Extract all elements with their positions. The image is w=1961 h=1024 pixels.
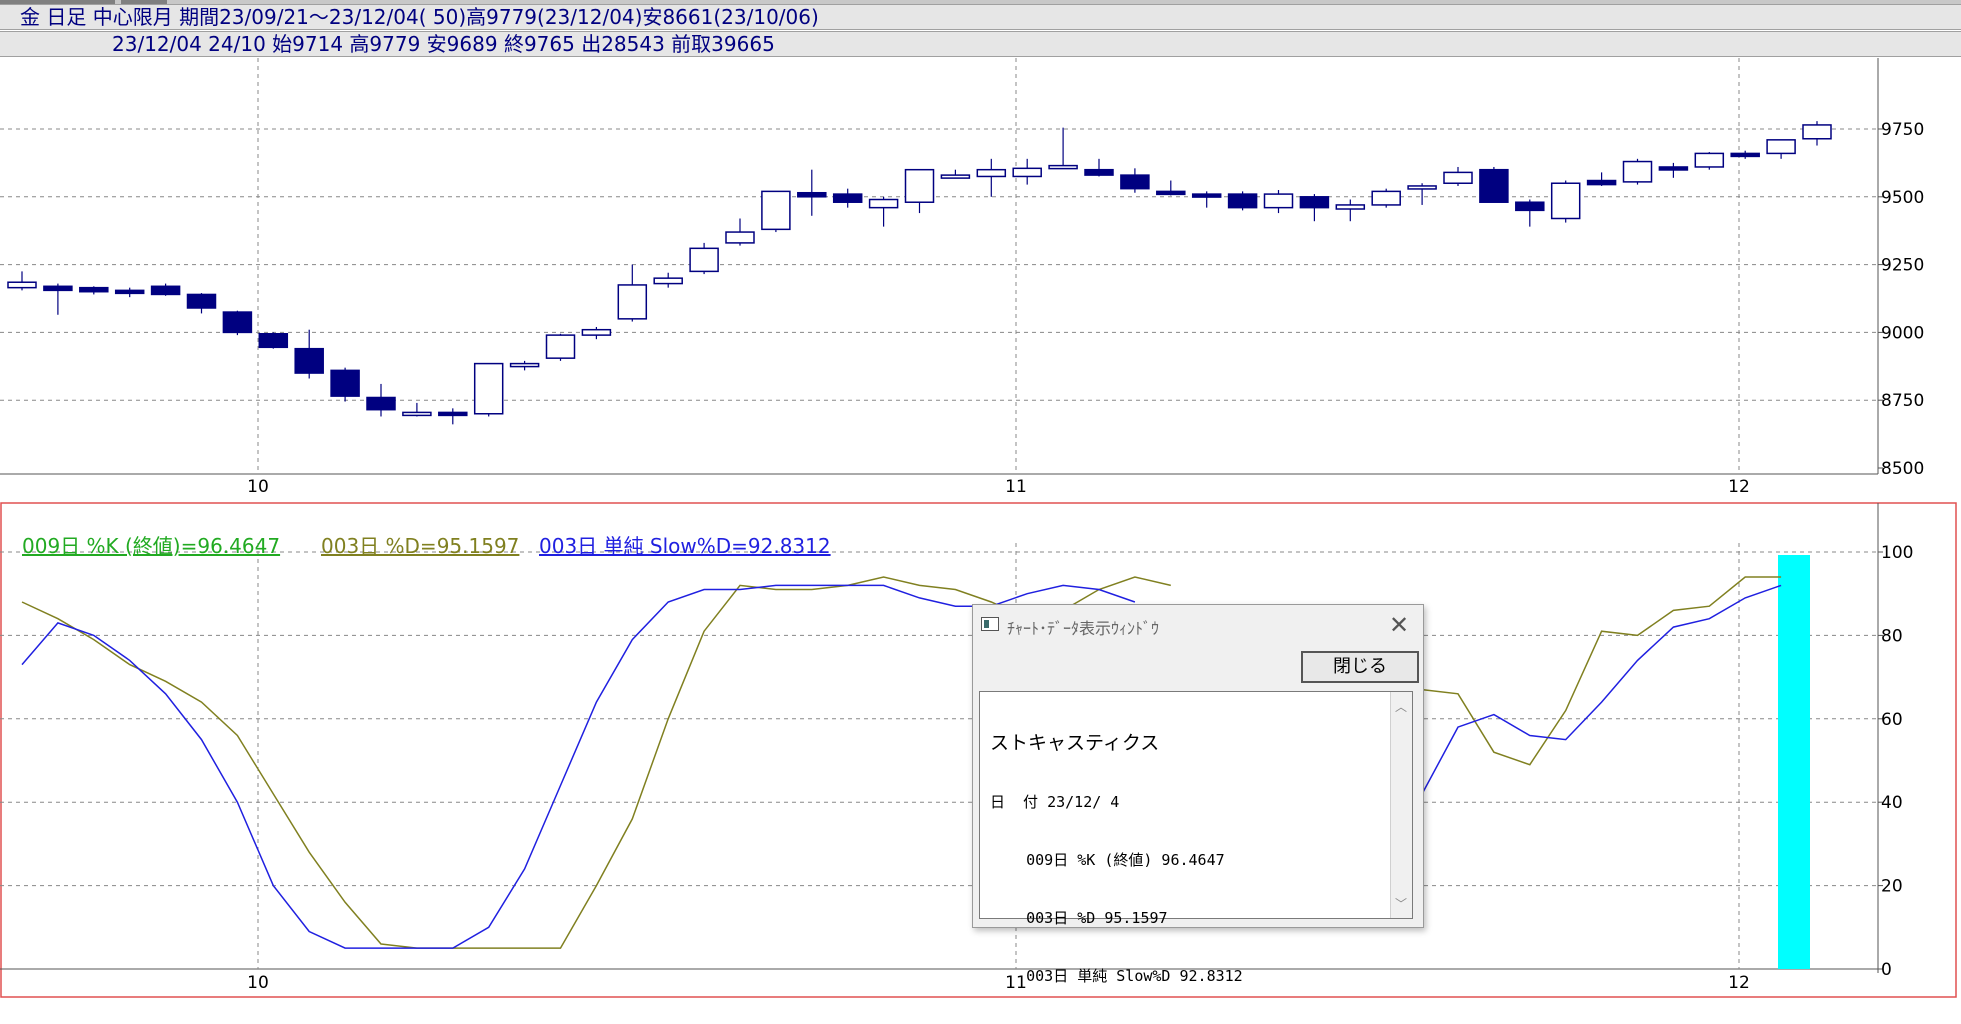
candle-down [832, 193, 863, 203]
candle-down [1515, 201, 1545, 212]
candle-up [509, 362, 540, 368]
candle-up [473, 362, 504, 415]
price-panel: 9750 9500 9250 9000 8750 8500 10 11 12 [0, 58, 1924, 497]
candle-up [761, 190, 791, 231]
price-tick-label: 9500 [1881, 188, 1924, 208]
candle-up [653, 277, 683, 285]
close-button[interactable]: 閉じる [1301, 651, 1419, 683]
candle-up [7, 281, 37, 289]
scroll-down-icon[interactable]: ﹀ [1395, 895, 1407, 912]
month-label: 11 [1005, 477, 1027, 497]
price-tick-label: 8750 [1881, 391, 1924, 411]
candle-up [689, 247, 719, 273]
dialog-line-k: 009日 %K (終値) 96.4647 [990, 851, 1225, 869]
candle-up [1371, 190, 1401, 206]
candle-up [1263, 193, 1294, 209]
candle-up [1766, 139, 1796, 155]
candle-down [438, 411, 468, 417]
candle-down [222, 311, 253, 334]
dialog-line-title: ストキャスティクス [990, 732, 1160, 754]
legend-d: 003日 %D=95.1597 [321, 534, 519, 558]
chart-data-dialog[interactable]: ﾁｬｰﾄ･ﾃﾞｰﾀ表示ｳｨﾝﾄﾞｳ ✕ 閉じる ストキャスティクス 日 付 23… [972, 604, 1424, 985]
dialog-line-date: 日 付 23/12/ 4 [990, 793, 1120, 811]
vertical-scrollbar[interactable]: ︿ ﹀ [1390, 692, 1412, 918]
slow-d-line-left [21, 584, 1136, 949]
candle-down [1156, 190, 1186, 196]
candle-down [1479, 168, 1509, 203]
d-line-right [1422, 576, 1782, 766]
candle-up [402, 411, 432, 417]
price-tick-label: 8500 [1881, 459, 1924, 479]
candle-down [1658, 166, 1689, 171]
osc-tick-label: 80 [1881, 626, 1903, 646]
month-label: 10 [247, 477, 269, 497]
candle-up [1550, 182, 1581, 220]
price-tick-label: 9000 [1881, 323, 1924, 343]
slow-d-line-right [1421, 584, 1782, 795]
current-bar-highlight [1778, 555, 1810, 969]
month-label: 10 [247, 973, 269, 993]
candle-up [581, 328, 612, 336]
candle-down [43, 285, 73, 292]
candle-up [1802, 124, 1832, 140]
candle-down [1084, 168, 1114, 176]
candle-up [1622, 160, 1653, 183]
candle-down [150, 285, 181, 296]
candle-down [258, 333, 289, 349]
candle-up [1694, 152, 1725, 168]
month-label: 12 [1728, 973, 1750, 993]
month-label: 12 [1728, 477, 1750, 497]
osc-tick-label: 40 [1881, 793, 1903, 813]
legend-k: 009日 %K (終値)=96.4647 [22, 534, 280, 558]
dialog-title: ﾁｬｰﾄ･ﾃﾞｰﾀ表示ｳｨﾝﾄﾞｳ [1007, 619, 1160, 638]
candle-up [617, 284, 648, 320]
candle-up [725, 231, 755, 244]
candle-down [1730, 152, 1760, 158]
candle-down [1191, 193, 1222, 198]
osc-tick-label: 20 [1881, 877, 1903, 897]
candle-up [1443, 171, 1473, 184]
candle-up [1048, 164, 1078, 170]
candle-down [1586, 179, 1617, 186]
candle-up [1407, 185, 1437, 190]
legend-slow-d: 003日 単純 Slow%D=92.8312 [539, 534, 831, 558]
osc-tick-label: 60 [1881, 710, 1903, 730]
price-tick-label: 9250 [1881, 256, 1924, 276]
dialog-titlebar[interactable]: ﾁｬｰﾄ･ﾃﾞｰﾀ表示ｳｨﾝﾄﾞｳ ✕ [973, 605, 1423, 645]
candle-down [186, 293, 217, 309]
candle-up [904, 168, 935, 203]
candle-down [1120, 174, 1150, 190]
dialog-text-area[interactable]: ストキャスティクス 日 付 23/12/ 4 009日 %K (終値) 96.4… [979, 691, 1413, 985]
candle-down [797, 191, 827, 198]
window-icon [981, 617, 999, 631]
candle-up [545, 334, 576, 359]
candle-down [79, 286, 109, 293]
candle-up [868, 198, 899, 209]
candle-up [1012, 167, 1042, 178]
candle-down [330, 369, 360, 397]
candle-down [114, 289, 145, 295]
dialog-line-d: 003日 %D 95.1597 [990, 909, 1168, 927]
candle-up [1335, 204, 1366, 210]
candle-down [1299, 196, 1330, 209]
candle-up [940, 174, 971, 179]
osc-tick-label: 0 [1881, 960, 1892, 980]
candle-up [976, 168, 1007, 178]
scroll-up-icon[interactable]: ︿ [1395, 698, 1407, 715]
candle-down [294, 347, 324, 374]
osc-tick-label: 100 [1881, 543, 1913, 563]
dialog-line-slow-d: 003日 単純 Slow%D 92.8312 [990, 967, 1243, 985]
close-x-icon[interactable]: ✕ [1385, 611, 1413, 639]
candle-down [366, 396, 396, 411]
candle-down [1227, 193, 1258, 209]
price-tick-label: 9750 [1881, 120, 1924, 140]
